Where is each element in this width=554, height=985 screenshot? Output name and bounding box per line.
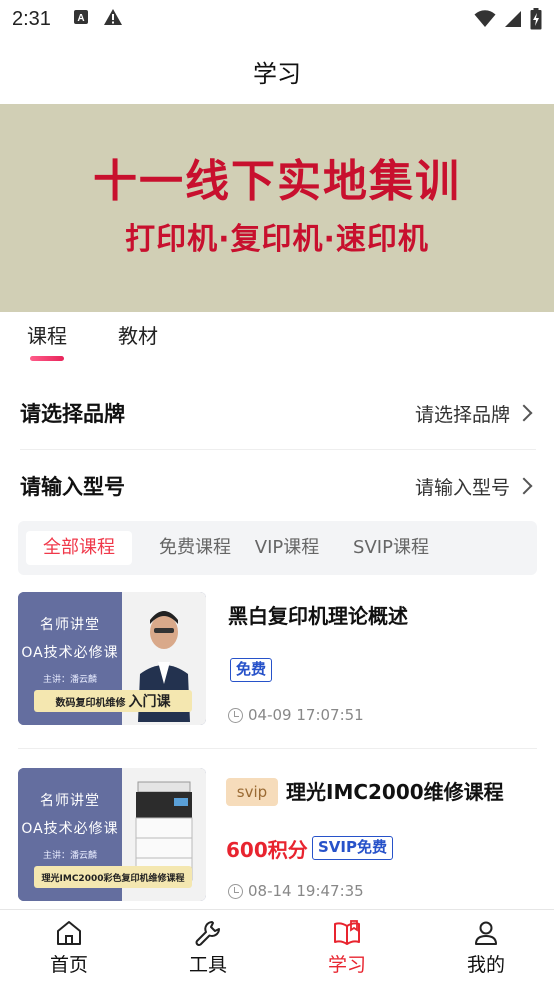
course-card[interactable]: 名师讲堂 OA技术必修课 主讲：潘云麟 数码复印机维修 入门课 黑白复印机理论概…	[18, 592, 537, 727]
course-time: 08-14 19:47:35	[228, 882, 364, 900]
chevron-right-icon	[515, 477, 533, 495]
wifi-icon	[474, 10, 496, 32]
battery-charging-icon	[530, 8, 542, 34]
tab-all-courses[interactable]: 全部课程	[26, 531, 132, 565]
divider	[18, 748, 537, 749]
brand-value-text: 请选择品牌	[414, 403, 510, 426]
tab-free-courses[interactable]: 免费课程	[140, 531, 250, 565]
course-time: 04-09 17:07:51	[228, 706, 364, 724]
thumbnail-lecturer: 主讲：潘云麟	[42, 851, 97, 861]
nav-tools[interactable]: 工具	[163, 918, 253, 977]
svip-badge: svip	[226, 778, 278, 806]
status-bar: 2:31 A	[0, 0, 554, 38]
course-card[interactable]: 名师讲堂 OA技术必修课 主讲：潘云麟 理光IMC2000彩色复印机维修课程 s…	[18, 768, 537, 903]
divider	[20, 449, 536, 450]
thumbnail-strip: 数码复印机维修 入门课	[34, 690, 192, 712]
thumbnail-strip-emphasis: 入门课	[128, 694, 171, 710]
banner-subheadline: 打印机·复印机·速印机	[125, 222, 429, 258]
model-label: 请输入型号	[20, 475, 125, 499]
nav-learn[interactable]: 学习	[302, 918, 392, 977]
banner-headline: 十一线下实地集训	[93, 155, 461, 207]
status-system-icons	[474, 8, 542, 34]
course-title[interactable]: 黑白复印机理论概述	[228, 600, 408, 629]
thumbnail-lecturer: 主讲：潘云麟	[42, 675, 97, 685]
bottom-nav: 首页 工具 学习 我的	[0, 909, 554, 985]
tab-materials[interactable]: 教材	[118, 320, 158, 349]
brand-label: 请选择品牌	[20, 402, 125, 426]
model-value[interactable]: 请输入型号	[415, 473, 536, 500]
nav-profile[interactable]: 我的	[441, 918, 531, 977]
nav-home-label: 首页	[49, 954, 88, 976]
clock-icon	[228, 707, 243, 723]
svg-text:A: A	[77, 13, 84, 24]
thumbnail-subtitle: OA技术必修课	[21, 645, 119, 661]
promo-banner[interactable]: 十一线下实地集训 打印机·复印机·速印机	[0, 104, 554, 312]
course-thumbnail: 名师讲堂 OA技术必修课 主讲：潘云麟 数码复印机维修 入门课	[18, 592, 206, 725]
price-tag: SVIP免费	[312, 836, 393, 860]
chevron-right-icon	[515, 404, 533, 422]
title-bar: 学习	[0, 38, 554, 104]
person-icon	[475, 921, 497, 945]
course-time-text: 08-14 19:47:35	[248, 882, 364, 900]
active-tab-indicator	[30, 356, 64, 361]
nav-profile-label: 我的	[466, 954, 505, 976]
thumbnail-series: 名师讲堂	[40, 617, 100, 633]
thumbnail-strip-text: 理光IMC2000彩色复印机维修课程	[41, 873, 185, 884]
tab-courses[interactable]: 课程	[27, 320, 67, 349]
page-title: 学习	[253, 59, 301, 88]
status-notification-icons: A	[73, 8, 123, 30]
course-title[interactable]: 理光IMC2000维修课程	[286, 776, 504, 805]
signal-icon	[504, 10, 522, 32]
brand-value[interactable]: 请选择品牌	[415, 400, 536, 427]
thumbnail-series: 名师讲堂	[40, 793, 100, 809]
home-icon	[57, 921, 81, 945]
tab-svip-courses[interactable]: SVIP课程	[344, 531, 438, 565]
font-notification-icon: A	[73, 9, 89, 29]
course-filter-tabs: 全部课程 免费课程 VIP课程 SVIP课程	[18, 521, 537, 575]
wrench-icon	[195, 921, 220, 946]
thumbnail-strip-text: 数码复印机维修	[55, 697, 126, 709]
main-tabs: 课程 教材	[0, 312, 554, 372]
tab-vip-courses[interactable]: VIP课程	[246, 531, 328, 565]
nav-home[interactable]: 首页	[24, 918, 114, 977]
nav-tools-label: 工具	[188, 954, 227, 976]
book-icon	[334, 920, 360, 945]
points-price: 600积分	[226, 838, 308, 862]
model-input-row[interactable]: 请输入型号 请输入型号	[20, 456, 536, 516]
clock-icon	[228, 883, 243, 899]
thumbnail-strip: 理光IMC2000彩色复印机维修课程	[34, 866, 192, 888]
price-tag: 免费	[230, 658, 273, 682]
model-value-text: 请输入型号	[414, 476, 510, 499]
thumbnail-subtitle: OA技术必修课	[21, 821, 119, 837]
nav-learn-label: 学习	[327, 954, 366, 976]
warning-icon	[103, 8, 123, 30]
status-time: 2:31	[12, 7, 51, 30]
course-time-text: 04-09 17:07:51	[248, 706, 364, 724]
course-thumbnail: 名师讲堂 OA技术必修课 主讲：潘云麟 理光IMC2000彩色复印机维修课程	[18, 768, 206, 901]
brand-selector[interactable]: 请选择品牌 请选择品牌	[20, 383, 536, 443]
